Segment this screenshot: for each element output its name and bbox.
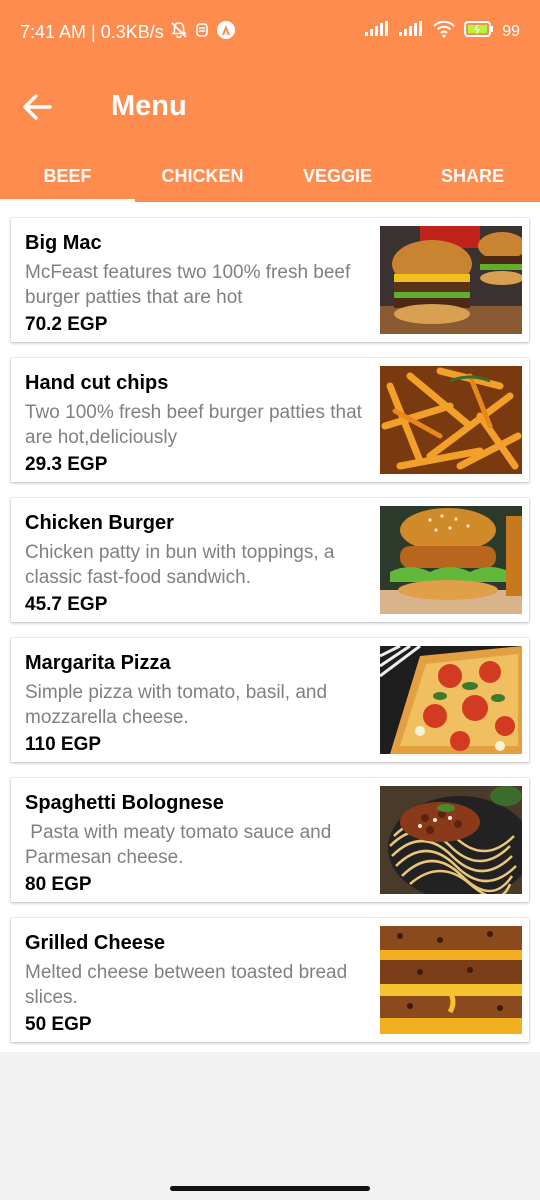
menu-list: Big Mac McFeast features two 100% fresh … [0,202,540,1052]
signal-icon [364,21,390,42]
item-description: Melted cheese between toasted bread slic… [25,962,353,1008]
tab-veggie[interactable]: VEGGIE [270,158,405,202]
status-left: 7:41 AM | 0.3KB/s [20,20,236,45]
item-name: Margarita Pizza [25,652,171,674]
menu-item-card[interactable]: Margarita Pizza Simple pizza with tomato… [11,638,529,762]
wifi-icon [432,20,456,43]
status-right: 99 [364,20,520,43]
item-description: Simple pizza with tomato, basil, and moz… [25,682,333,728]
spaghetti-image [380,786,522,894]
item-description: Two 100% fresh beef burger patties that … [25,402,368,448]
app-notification-icon [216,20,236,45]
burger-image [380,226,522,334]
status-bar: 7:41 AM | 0.3KB/s 99 [0,0,540,64]
page-title: Menu [111,90,187,122]
item-description: McFeast features two 100% fresh beef bur… [25,262,356,308]
status-time: 7:41 AM | 0.3KB/s [20,22,164,42]
item-name: Chicken Burger [25,512,174,534]
pizza-image [380,646,522,754]
item-name: Hand cut chips [25,372,169,394]
menu-item-card[interactable]: Spaghetti Bolognese Pasta with meaty tom… [11,778,529,902]
category-tabs: BEEF CHICKEN VEGGIE SHARE [0,158,540,202]
item-name: Grilled Cheese [25,932,166,954]
chicken-burger-image [380,506,522,614]
menu-item-card[interactable]: Grilled Cheese Melted cheese between toa… [11,918,529,1042]
home-indicator[interactable] [170,1186,370,1191]
item-price: 80 EGP [25,874,92,895]
toolbar: Menu [0,80,540,136]
battery-icon [464,21,494,42]
battery-percent: 99 [502,22,520,40]
item-description: Pasta with meaty tomato sauce and Parmes… [25,822,337,868]
signal-icon-2 [398,21,424,42]
item-price: 50 EGP [25,1014,92,1035]
fries-image [380,366,522,474]
item-description: Chicken patty in bun with toppings, a cl… [25,542,340,588]
grilled-cheese-image [380,926,522,1034]
menu-item-card[interactable]: Chicken Burger Chicken patty in bun with… [11,498,529,622]
item-price: 45.7 EGP [25,594,108,615]
item-price: 110 EGP [25,734,102,755]
item-name: Spaghetti Bolognese [25,792,224,814]
back-arrow-icon[interactable] [20,90,54,124]
item-price: 70.2 EGP [25,314,108,335]
app-bar: 7:41 AM | 0.3KB/s 99 Menu BEEF CHICKEN V… [0,0,540,202]
menu-item-card[interactable]: Hand cut chips Two 100% fresh beef burge… [11,358,529,482]
tab-share[interactable]: SHARE [405,158,540,202]
notification-icon [194,21,210,44]
item-price: 29.3 EGP [25,454,108,475]
tab-beef[interactable]: BEEF [0,158,135,202]
menu-item-card[interactable]: Big Mac McFeast features two 100% fresh … [11,218,529,342]
item-name: Big Mac [25,232,102,254]
mute-bell-icon [170,21,188,44]
tab-chicken[interactable]: CHICKEN [135,158,270,202]
